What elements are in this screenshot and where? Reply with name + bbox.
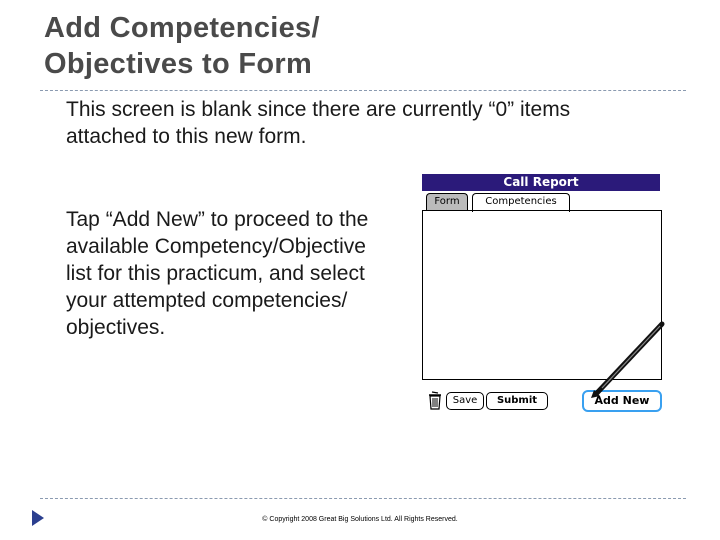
palm-header-title: Call Report — [422, 174, 660, 191]
submit-button[interactable]: Submit — [486, 392, 548, 410]
save-button[interactable]: Save — [446, 392, 484, 410]
tab-form[interactable]: Form — [426, 193, 468, 210]
play-arrow-icon — [32, 510, 44, 526]
footer-divider — [40, 498, 686, 499]
slide-title: Add Competencies/ Objectives to Form — [44, 12, 320, 80]
stylus-icon — [591, 321, 665, 398]
bullet-text-2: Tap “Add New” to proceed to the availabl… — [66, 208, 369, 339]
copyright-text: © Copyright 2008 Great Big Solutions Ltd… — [262, 516, 458, 523]
trash-icon[interactable] — [426, 390, 444, 410]
bullet-text-1: This screen is blank since there are cur… — [66, 98, 571, 148]
title-divider — [40, 90, 686, 91]
